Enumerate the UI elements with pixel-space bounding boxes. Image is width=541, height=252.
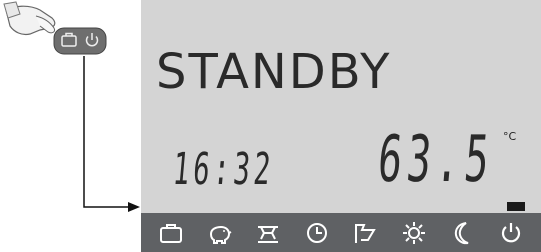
boost-icon <box>350 218 380 248</box>
legionella-icon <box>253 218 283 248</box>
lcd-display: STANDBY 16:32 63.5 °C <box>141 0 541 252</box>
moon-icon <box>447 218 477 248</box>
temperature-unit: °C <box>503 130 517 143</box>
temperature-readout: 63.5 <box>374 123 497 197</box>
mode-text: STANDBY <box>156 44 392 100</box>
cursor-bar <box>507 202 525 211</box>
time-readout: 16:32 <box>170 144 277 195</box>
briefcase-icon <box>156 218 186 248</box>
pointer-arrow <box>83 56 140 212</box>
sun-icon <box>399 218 429 248</box>
clock-icon <box>302 218 332 248</box>
icon-bar <box>141 213 541 252</box>
power-icon <box>496 218 526 248</box>
piggy-bank-icon <box>205 218 235 248</box>
